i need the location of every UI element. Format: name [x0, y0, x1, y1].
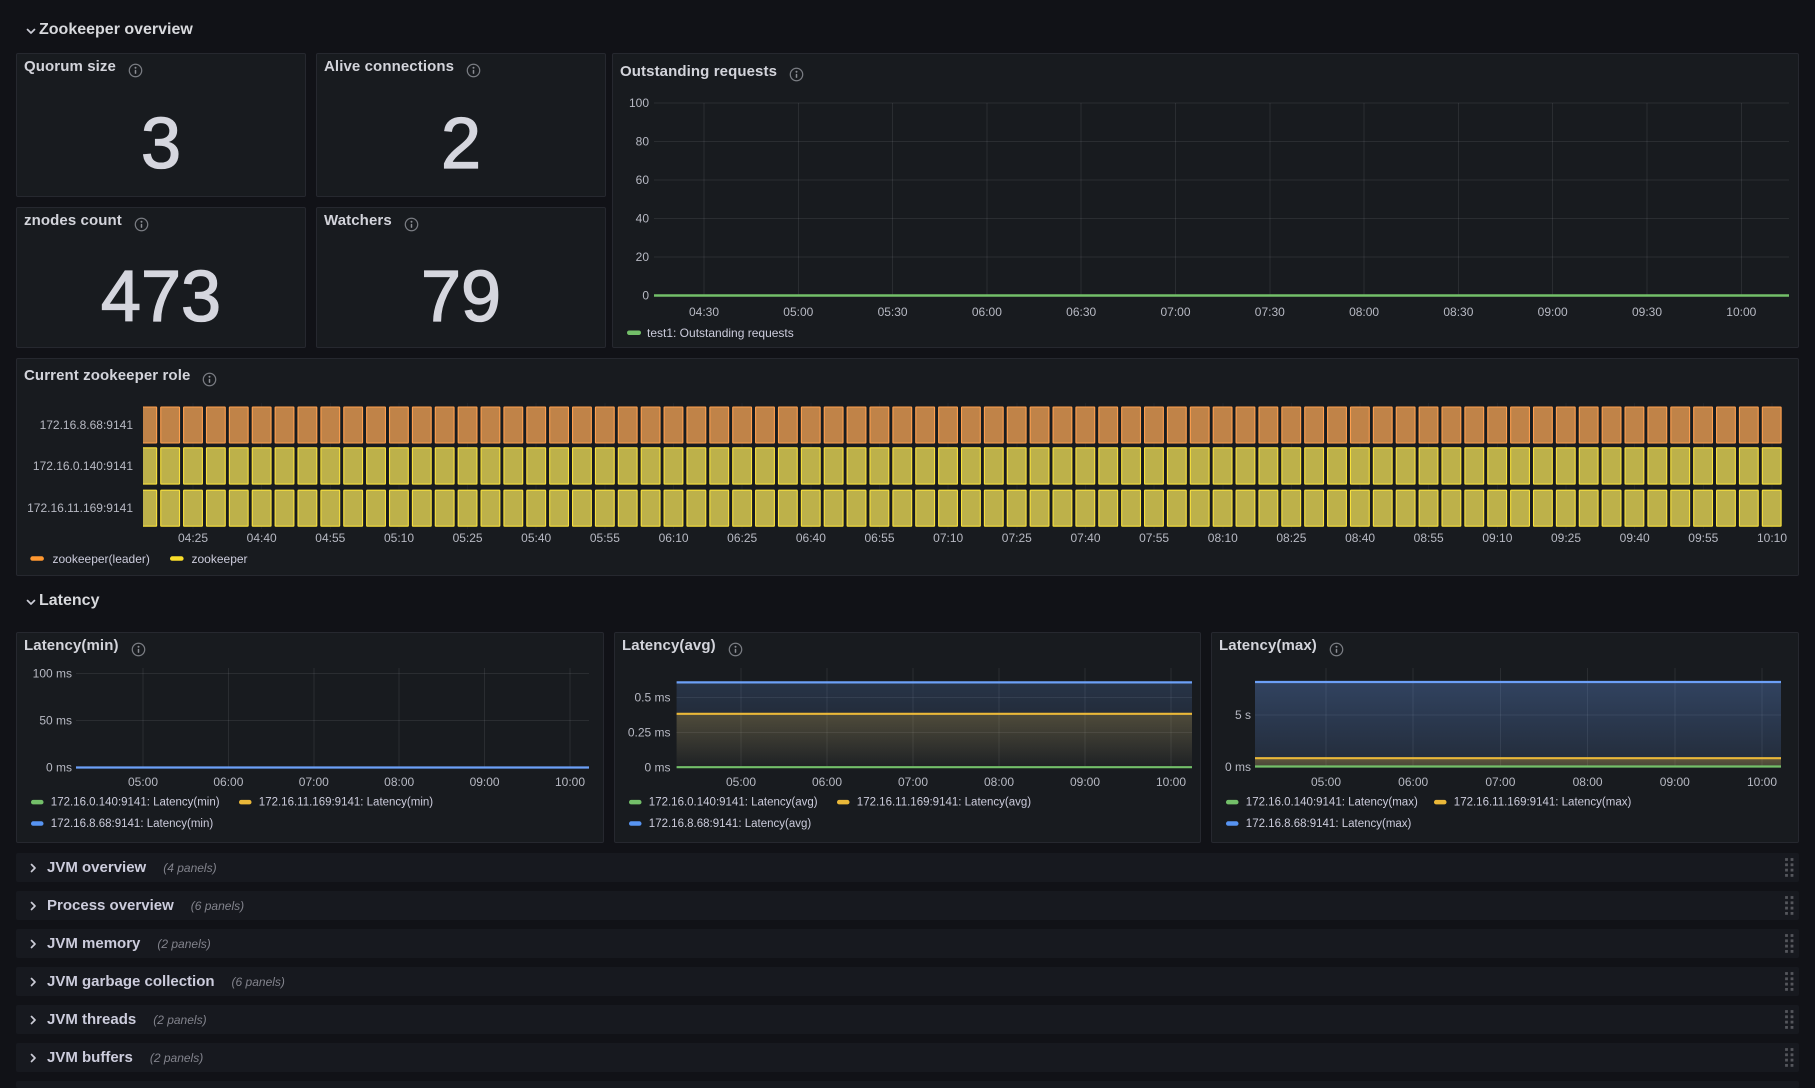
svg-text:zookeeper(leader): zookeeper(leader)	[53, 552, 150, 566]
svg-text:05:25: 05:25	[453, 531, 483, 545]
svg-text:09:10: 09:10	[1482, 531, 1512, 545]
svg-text:0 ms: 0 ms	[1225, 760, 1251, 774]
svg-text:08:10: 08:10	[1208, 531, 1238, 545]
svg-text:10:00: 10:00	[1747, 775, 1777, 789]
svg-text:09:40: 09:40	[1620, 531, 1650, 545]
svg-text:09:00: 09:00	[470, 775, 500, 789]
svg-text:10:10: 10:10	[1757, 531, 1787, 545]
svg-text:10:00: 10:00	[555, 775, 585, 789]
svg-text:09:00: 09:00	[1660, 775, 1690, 789]
svg-text:07:10: 07:10	[933, 531, 963, 545]
svg-text:40: 40	[636, 211, 650, 225]
svg-text:0.25 ms: 0.25 ms	[628, 726, 671, 740]
svg-text:0: 0	[642, 288, 649, 302]
svg-text:09:00: 09:00	[1538, 305, 1568, 319]
svg-text:07:00: 07:00	[1485, 775, 1515, 789]
svg-text:172.16.8.68:9141: 172.16.8.68:9141	[40, 418, 134, 432]
svg-text:09:25: 09:25	[1551, 531, 1581, 545]
svg-text:zookeeper: zookeeper	[192, 552, 248, 566]
svg-text:07:00: 07:00	[1160, 305, 1190, 319]
svg-text:60: 60	[636, 173, 650, 187]
svg-text:05:00: 05:00	[783, 305, 813, 319]
svg-text:05:00: 05:00	[128, 775, 158, 789]
svg-text:05:30: 05:30	[878, 305, 908, 319]
svg-text:08:30: 08:30	[1443, 305, 1473, 319]
svg-text:06:00: 06:00	[972, 305, 1002, 319]
svg-text:04:25: 04:25	[178, 531, 208, 545]
svg-text:172.16.0.140:9141: Latency(min: 172.16.0.140:9141: Latency(min)	[51, 797, 220, 809]
svg-text:100: 100	[629, 96, 649, 110]
svg-text:172.16.0.140:9141: 172.16.0.140:9141	[33, 459, 133, 473]
svg-text:10:00: 10:00	[1156, 775, 1186, 789]
svg-text:06:30: 06:30	[1066, 305, 1096, 319]
svg-text:07:30: 07:30	[1255, 305, 1285, 319]
svg-text:08:00: 08:00	[1349, 305, 1379, 319]
svg-text:0.5 ms: 0.5 ms	[634, 691, 670, 705]
svg-text:100 ms: 100 ms	[33, 667, 72, 681]
svg-text:05:00: 05:00	[1311, 775, 1341, 789]
svg-text:05:10: 05:10	[384, 531, 414, 545]
svg-text:172.16.0.140:9141: Latency(max: 172.16.0.140:9141: Latency(max)	[1246, 797, 1418, 809]
svg-text:172.16.0.140:9141: Latency(avg: 172.16.0.140:9141: Latency(avg)	[649, 797, 818, 809]
svg-text:04:40: 04:40	[247, 531, 277, 545]
svg-text:04:55: 04:55	[315, 531, 345, 545]
svg-text:06:40: 06:40	[796, 531, 826, 545]
svg-text:0 ms: 0 ms	[644, 761, 670, 775]
svg-text:06:00: 06:00	[213, 775, 243, 789]
svg-text:08:55: 08:55	[1414, 531, 1444, 545]
svg-text:08:40: 08:40	[1345, 531, 1375, 545]
svg-text:06:00: 06:00	[1398, 775, 1428, 789]
svg-text:08:00: 08:00	[1573, 775, 1603, 789]
svg-text:09:30: 09:30	[1632, 305, 1662, 319]
svg-text:06:00: 06:00	[812, 775, 842, 789]
svg-text:50 ms: 50 ms	[39, 714, 72, 728]
svg-text:07:55: 07:55	[1139, 531, 1169, 545]
svg-text:172.16.11.169:9141: Latency(av: 172.16.11.169:9141: Latency(avg)	[857, 797, 1032, 809]
svg-text:05:40: 05:40	[521, 531, 551, 545]
svg-text:5 s: 5 s	[1235, 708, 1251, 722]
svg-text:05:00: 05:00	[726, 775, 756, 789]
svg-text:05:55: 05:55	[590, 531, 620, 545]
svg-text:172.16.11.169:9141: Latency(mi: 172.16.11.169:9141: Latency(min)	[259, 797, 433, 809]
svg-text:07:40: 07:40	[1070, 531, 1100, 545]
svg-text:20: 20	[636, 250, 650, 264]
svg-text:0 ms: 0 ms	[46, 761, 72, 775]
svg-text:test1: Outstanding requests: test1: Outstanding requests	[647, 326, 794, 340]
svg-text:08:00: 08:00	[984, 775, 1014, 789]
svg-text:07:25: 07:25	[1002, 531, 1032, 545]
svg-text:07:00: 07:00	[898, 775, 928, 789]
svg-text:172.16.8.68:9141: Latency(max): 172.16.8.68:9141: Latency(max)	[1246, 818, 1412, 830]
svg-text:06:55: 06:55	[864, 531, 894, 545]
svg-text:08:00: 08:00	[384, 775, 414, 789]
svg-text:09:00: 09:00	[1070, 775, 1100, 789]
svg-text:172.16.11.169:9141: Latency(ma: 172.16.11.169:9141: Latency(max)	[1454, 797, 1632, 809]
svg-text:80: 80	[636, 134, 650, 148]
svg-text:04:30: 04:30	[689, 305, 719, 319]
svg-text:08:25: 08:25	[1276, 531, 1306, 545]
svg-text:172.16.11.169:9141: 172.16.11.169:9141	[27, 501, 133, 515]
svg-text:172.16.8.68:9141: Latency(min): 172.16.8.68:9141: Latency(min)	[51, 818, 214, 830]
svg-text:06:10: 06:10	[659, 531, 689, 545]
svg-text:172.16.8.68:9141: Latency(avg): 172.16.8.68:9141: Latency(avg)	[649, 818, 812, 830]
svg-text:10:00: 10:00	[1726, 305, 1756, 319]
svg-text:09:55: 09:55	[1688, 531, 1718, 545]
svg-text:06:25: 06:25	[727, 531, 757, 545]
svg-text:07:00: 07:00	[299, 775, 329, 789]
